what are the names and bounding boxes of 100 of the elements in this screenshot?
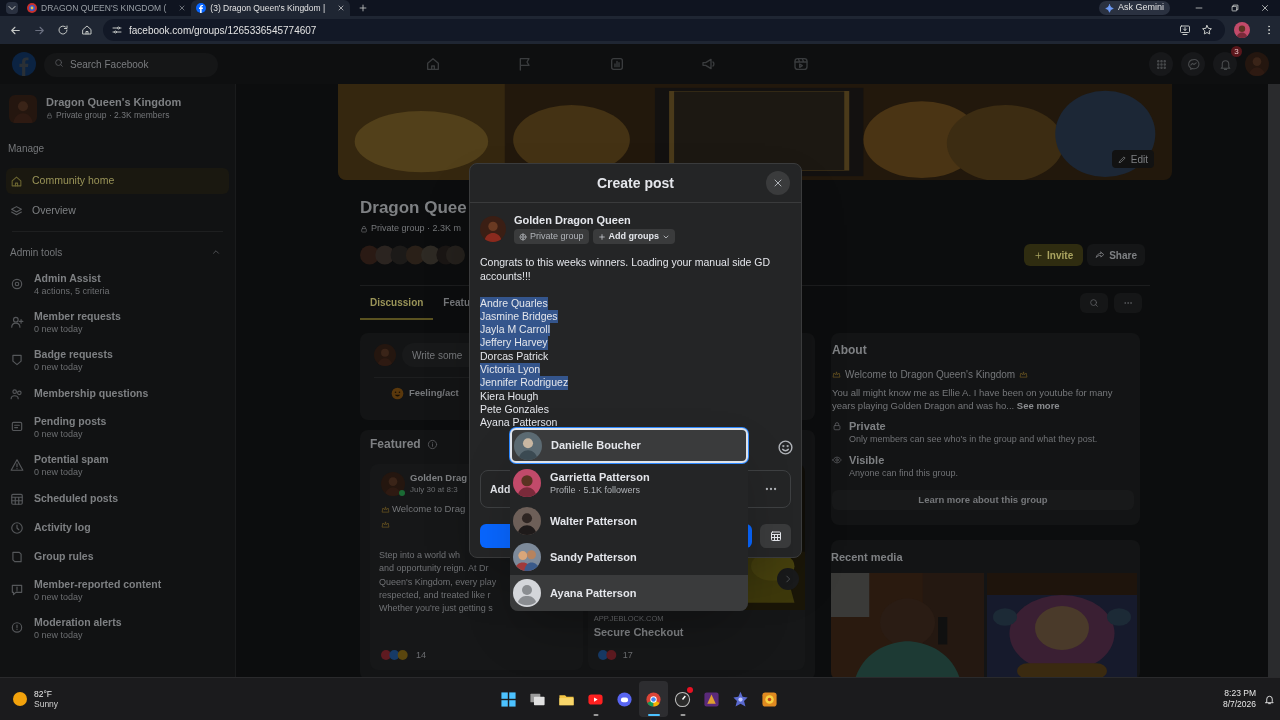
close-button[interactable]	[766, 171, 790, 195]
close-icon[interactable]	[1260, 3, 1270, 13]
browser-tab[interactable]: DRAGON QUEEN'S KINGDOM (	[22, 0, 192, 16]
section-heading: Featured	[370, 436, 421, 453]
info-text: Anyone can find this group.	[849, 467, 959, 480]
plus-icon	[597, 232, 606, 241]
admin-tool-link[interactable]: Pending posts	[34, 414, 107, 428]
admin-tool-link[interactable]: Member-reported content	[34, 577, 162, 591]
close-icon[interactable]	[337, 4, 346, 12]
running-indicator	[647, 714, 660, 716]
running-indicator	[680, 714, 685, 716]
group-meta: Private group · 2.3K members	[56, 109, 170, 122]
install-icon[interactable]	[1179, 24, 1191, 36]
home-icon[interactable]	[81, 24, 93, 36]
chat-bubble-icon	[1186, 57, 1200, 71]
notifications-icon[interactable]	[1264, 693, 1275, 705]
globe-icon	[519, 232, 527, 241]
chat-app-icon	[616, 690, 633, 708]
admin-tool-link[interactable]: Scheduled posts	[34, 492, 118, 505]
clock-time: 8:23 PM	[1224, 688, 1256, 699]
share-button[interactable]: Share	[1087, 244, 1145, 266]
admin-tool-link[interactable]: Admin Assist	[34, 271, 110, 285]
reaction-count: 14	[416, 648, 426, 662]
grid-menu-icon	[1154, 57, 1168, 71]
post-text: Congrats to this weeks winners. Loading your manual side GD accounts!!!	[480, 256, 772, 283]
admin-tool-link[interactable]: Activity log	[34, 521, 91, 534]
admin-tool-status: 0 new today	[34, 360, 84, 373]
new-tab-icon[interactable]	[358, 3, 369, 13]
admin-tool-link[interactable]: Badge requests	[34, 347, 113, 361]
section-heading: Manage	[7, 142, 46, 155]
address-bar[interactable]: facebook.com/groups/1265336545774607	[103, 19, 1225, 41]
feeling-button[interactable]: Feeling/act	[409, 386, 459, 401]
game-icon	[761, 690, 778, 708]
reaction-count: 17	[622, 648, 633, 662]
section-heading: Recent media	[831, 550, 903, 565]
admin-tool-link[interactable]: Moderation alerts	[34, 615, 122, 629]
browser-tab[interactable]: (3) Dragon Queen's Kingdom |	[191, 0, 351, 16]
people-icon	[10, 386, 24, 401]
admin-tool-link[interactable]: Membership questions	[34, 387, 149, 400]
add-to-post-label: Add	[490, 481, 511, 497]
search-field[interactable]: Search Facebook	[44, 52, 218, 77]
share-icon	[1095, 250, 1106, 260]
game-icon	[732, 690, 749, 708]
mention-field[interactable]: Danielle Boucher	[510, 428, 748, 463]
calendar-icon	[769, 530, 782, 543]
restore-icon[interactable]	[1230, 3, 1240, 13]
post-author[interactable]: Golden Drag	[410, 471, 467, 484]
admin-tool-link[interactable]: Member requests	[34, 309, 121, 323]
clock-date: 8/7/2026	[1222, 699, 1256, 710]
invite-button[interactable]: Invite	[1024, 244, 1084, 266]
info-text: Only members can see who's in the group and what they post.	[849, 433, 1098, 446]
section-heading: Admin tools	[10, 245, 63, 260]
admin-tool-status: 0 new today	[34, 427, 84, 440]
notification-badge: 3	[1231, 46, 1242, 57]
admin-tool-status: 0 new today	[34, 590, 84, 603]
post-text-line: Ayana Patterson	[480, 416, 558, 430]
admin-tool-link[interactable]: Group rules	[34, 550, 94, 563]
sidebar-item[interactable]: Overview	[6, 198, 229, 224]
reload-icon[interactable]	[57, 24, 69, 36]
person-add-icon	[10, 315, 24, 329]
post-text: respected, and treated like r	[379, 588, 491, 602]
see-more-link[interactable]: See more	[1016, 400, 1060, 411]
audience-button[interactable]: Private group	[514, 229, 589, 244]
calendar-icon	[10, 491, 24, 506]
site-settings-icon[interactable]	[111, 24, 123, 36]
scrollbar[interactable]	[1268, 84, 1280, 677]
start-icon	[500, 690, 517, 708]
layers-icon	[10, 204, 23, 218]
edit-button[interactable]: Edit	[1111, 150, 1154, 168]
chevron-right-icon	[783, 574, 793, 584]
admin-tool-status: 0 new today	[34, 628, 84, 641]
ask-gemini-button[interactable]: Ask Gemini	[1099, 1, 1170, 15]
crown-icon	[1019, 370, 1029, 379]
post-time[interactable]: July 30 at 8:3	[410, 484, 467, 496]
suggestion-item[interactable]: Ayana Patterson	[510, 575, 748, 611]
reaction-icons-drawing	[597, 650, 618, 661]
search-icon	[1089, 298, 1099, 308]
game-icon	[703, 690, 720, 708]
eye-icon	[832, 455, 842, 465]
about-welcome: Welcome to Dragon Queen's Kingdom	[845, 368, 1016, 382]
add-groups-button[interactable]: Add groups	[592, 229, 676, 244]
tab-list-icon[interactable]	[6, 2, 18, 14]
admin-tool-link[interactable]: Potential spam	[34, 452, 109, 466]
notifications-icon	[1218, 57, 1232, 71]
group-tab[interactable]: Discussion	[360, 286, 434, 320]
temperature: 82°F	[34, 689, 54, 699]
taskbar-button[interactable]	[639, 681, 668, 717]
bookmark-star-icon[interactable]	[1201, 24, 1213, 36]
gear-icon	[10, 277, 24, 291]
emoji-icon[interactable]	[777, 439, 794, 457]
post-text: Welcome to Drag	[392, 502, 466, 516]
close-icon[interactable]	[178, 4, 187, 12]
lock-icon	[832, 421, 842, 431]
link-title[interactable]: Secure Checkout	[587, 624, 690, 641]
sidebar-item[interactable]: Community home	[6, 168, 229, 194]
plus-icon	[1034, 250, 1044, 260]
schedule-button[interactable]	[760, 524, 791, 549]
section-heading: About	[832, 342, 867, 359]
learn-more-button[interactable]: Learn more about this group	[832, 490, 1134, 510]
post-text-line: Dorcas Patrick	[480, 349, 549, 363]
